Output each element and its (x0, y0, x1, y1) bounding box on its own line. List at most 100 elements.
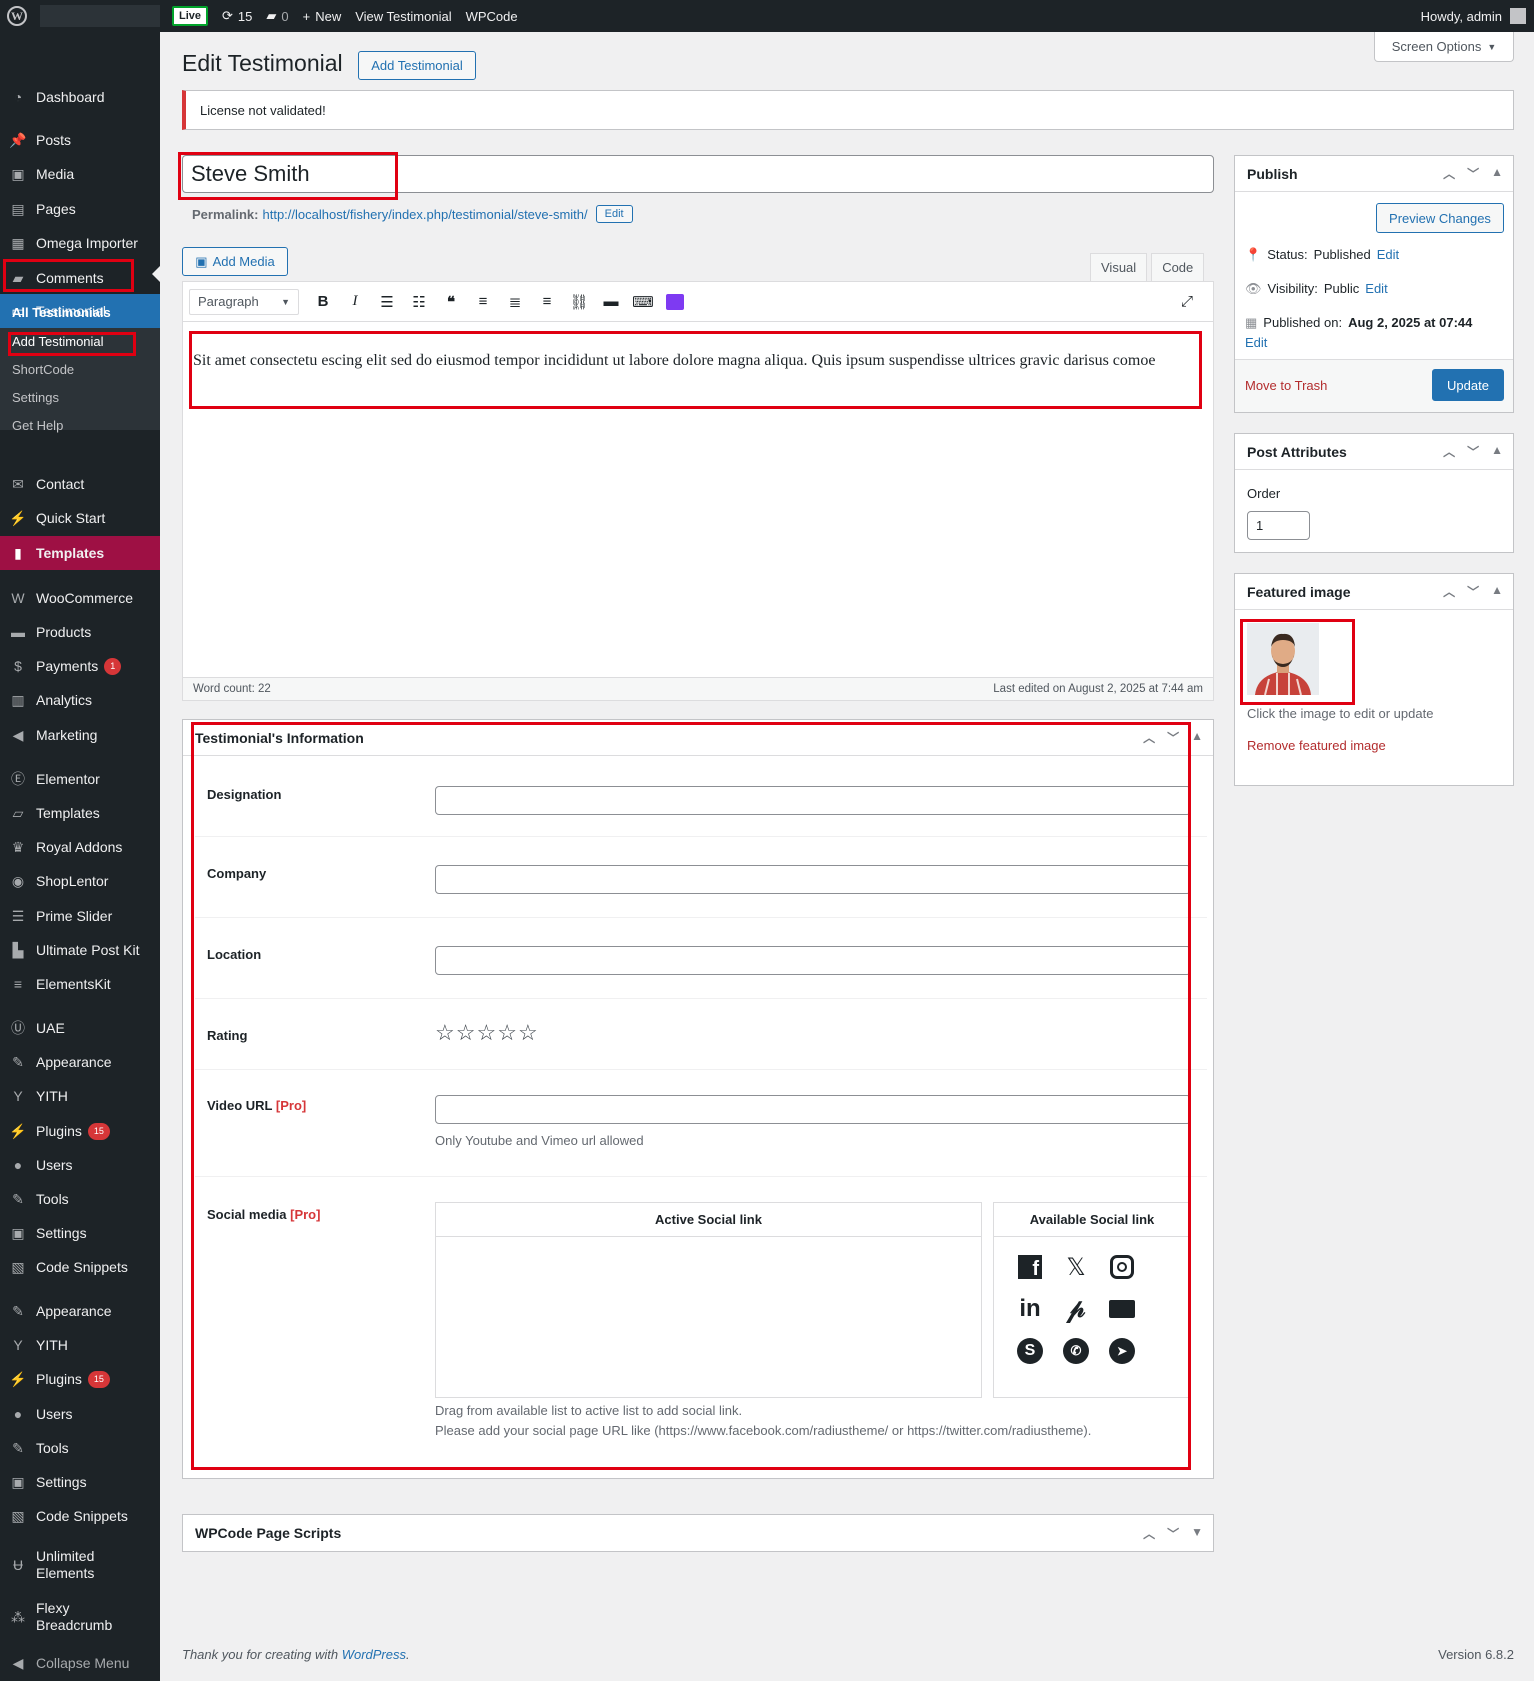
facebook-icon[interactable]: f (1016, 1253, 1044, 1281)
bold-icon[interactable]: B (307, 288, 339, 316)
sidebar-item-flexy-breadcrumb[interactable]: ⁂ Flexy Breadcrumb (0, 1595, 160, 1639)
chevron-up-icon[interactable]: ︿ (1143, 729, 1155, 746)
skype-icon[interactable]: S (1016, 1337, 1044, 1365)
chevron-down-icon[interactable]: ﹀ (1467, 165, 1479, 182)
linkedin-icon[interactable]: in (1016, 1295, 1044, 1323)
wpcode-link[interactable]: WPCode (466, 9, 518, 24)
submenu-add-testimonial[interactable]: Add Testimonial (12, 334, 104, 349)
sidebar-item-comments[interactable]: ▰ Comments (0, 261, 160, 295)
tab-code[interactable]: Code (1151, 253, 1205, 282)
star-icon[interactable]: ☆ (435, 1020, 456, 1045)
add-media-button[interactable]: ▣ Add Media (182, 247, 288, 276)
sidebar-item-shoplentor[interactable]: ◉ ShopLentor (0, 864, 160, 898)
submenu-settings[interactable]: Settings (12, 390, 59, 405)
sidebar-item-analytics[interactable]: ▥ Analytics (0, 683, 160, 717)
active-social-list[interactable]: Active Social link (435, 1202, 982, 1398)
new-link[interactable]: + New (303, 9, 342, 24)
sidebar-item-unlimited-elements[interactable]: Ʉ Unlimited Elements (0, 1543, 160, 1587)
sidebar-item-contact[interactable]: ✉ Contact (0, 467, 160, 501)
sidebar-item-plugins[interactable]: ⚡ Plugins 15 (0, 1362, 160, 1396)
sidebar-item-dashboard[interactable]: ◔ Dashboard (0, 80, 160, 114)
sidebar-item-woocommerce[interactable]: W WooCommerce (0, 581, 160, 615)
sidebar-item-appearance[interactable]: ✎ Appearance (0, 1294, 160, 1328)
toggle-icon[interactable]: ▲ (1491, 583, 1503, 600)
sidebar-item-templates[interactable]: ▱ Templates (0, 796, 160, 830)
keyboard-icon[interactable]: ⌨ (627, 288, 659, 316)
sidebar-item-yith[interactable]: Y YITH (0, 1328, 160, 1362)
envelope-icon[interactable] (1108, 1295, 1136, 1323)
sidebar-item-quick-start[interactable]: ⚡ Quick Start (0, 501, 160, 535)
featured-image-thumbnail[interactable] (1247, 623, 1319, 695)
fullscreen-icon[interactable]: ⤢ (1171, 288, 1203, 316)
sidebar-item-appearance[interactable]: ✎ Appearance (0, 1045, 160, 1079)
info-box-header[interactable]: Testimonial's Information ︿ ﹀ ▲ (183, 720, 1213, 756)
sidebar-item-products[interactable]: ▬ Products (0, 615, 160, 649)
location-input[interactable] (435, 946, 1191, 975)
update-button[interactable]: Update (1432, 369, 1504, 401)
chevron-down-icon[interactable]: ﹀ (1467, 443, 1479, 460)
sidebar-item-yith[interactable]: Y YITH (0, 1079, 160, 1113)
sidebar-item-uae[interactable]: Ⓤ UAE (0, 1011, 160, 1045)
submenu-shortcode[interactable]: ShortCode (12, 362, 74, 377)
permalink-link[interactable]: http://localhost/fishery/index.php/testi… (262, 207, 587, 222)
editor-body[interactable]: Sit amet consectetu escing elit sed do e… (183, 322, 1213, 672)
toggle-icon[interactable]: ▼ (1191, 1525, 1203, 1542)
testimonial-shortcode-icon[interactable] (659, 288, 691, 316)
sidebar-item-pages[interactable]: ▤ Pages (0, 192, 160, 226)
screen-options-button[interactable]: Screen Options ▼ (1374, 32, 1514, 62)
blockquote-icon[interactable]: ❝ (435, 288, 467, 316)
sidebar-item-settings[interactable]: ▣ Settings (0, 1465, 160, 1499)
star-icon[interactable]: ☆ (518, 1020, 539, 1045)
wpcode-box-header[interactable]: WPCode Page Scripts ︿ ﹀ ▼ (183, 1515, 1213, 1551)
live-badge[interactable]: Live (172, 6, 209, 26)
align-left-icon[interactable]: ≡ (467, 288, 499, 316)
sidebar-item-payments[interactable]: $ Payments 1 (0, 649, 160, 683)
chevron-down-icon[interactable]: ﹀ (1167, 1525, 1179, 1542)
toggle-icon[interactable]: ▲ (1491, 443, 1503, 460)
wordpress-link[interactable]: WordPress (342, 1647, 406, 1662)
numbered-list-icon[interactable]: ☷ (403, 288, 435, 316)
view-testimonial-link[interactable]: View Testimonial (355, 9, 451, 24)
sidebar-item-prime-slider[interactable]: ☰ Prime Slider (0, 899, 160, 933)
tab-visual[interactable]: Visual (1090, 253, 1148, 282)
visibility-edit-link[interactable]: Edit (1365, 281, 1387, 297)
align-right-icon[interactable]: ≡ (531, 288, 563, 316)
sidebar-item-marketing[interactable]: ◀ Marketing (0, 718, 160, 752)
permalink-edit-button[interactable]: Edit (595, 205, 633, 223)
add-testimonial-button[interactable]: Add Testimonial (358, 51, 476, 80)
bullet-list-icon[interactable]: ☰ (371, 288, 403, 316)
sidebar-item-posts[interactable]: 📌 Posts (0, 123, 160, 157)
sidebar-item-users[interactable]: ● Users (0, 1148, 160, 1182)
updates-link[interactable]: ⟳ 15 (222, 8, 252, 24)
order-input[interactable]: 1 (1247, 511, 1310, 540)
toggle-icon[interactable]: ▲ (1491, 165, 1503, 182)
remove-featured-image-link[interactable]: Remove featured image (1247, 738, 1386, 753)
video-url-input[interactable] (435, 1095, 1191, 1124)
featured-header[interactable]: Featured image ︿ ﹀ ▲ (1235, 574, 1513, 610)
sidebar-item-collapse-menu[interactable]: ◀ Collapse Menu (0, 1646, 160, 1680)
link-icon[interactable]: ⛓ (563, 288, 595, 316)
company-input[interactable] (435, 865, 1191, 894)
sidebar-item-media[interactable]: ▣ Media (0, 157, 160, 191)
chevron-up-icon[interactable]: ︿ (1443, 583, 1455, 600)
rating-stars[interactable]: ☆☆☆☆☆ (435, 1020, 539, 1046)
read-more-icon[interactable]: ▬ (595, 288, 627, 316)
pinterest-icon[interactable]: 𝓅 (1062, 1293, 1090, 1323)
star-icon[interactable]: ☆ (456, 1020, 477, 1045)
editor-content[interactable]: Sit amet consectetu escing elit sed do e… (193, 352, 1155, 370)
sidebar-item-tools[interactable]: ✎ Tools (0, 1431, 160, 1465)
sidebar-item-code-snippets[interactable]: ▧ Code Snippets (0, 1499, 160, 1533)
chevron-up-icon[interactable]: ︿ (1443, 165, 1455, 182)
account-menu[interactable]: Howdy, admin (1421, 8, 1526, 24)
sidebar-item-royal-addons[interactable]: ♛ Royal Addons (0, 830, 160, 864)
chevron-down-icon[interactable]: ﹀ (1467, 583, 1479, 600)
preview-changes-button[interactable]: Preview Changes (1376, 203, 1504, 233)
site-name[interactable] (40, 5, 160, 27)
sidebar-item-plugins[interactable]: ⚡ Plugins 15 (0, 1114, 160, 1148)
star-icon[interactable]: ☆ (476, 1020, 497, 1045)
sidebar-item-settings[interactable]: ▣ Settings (0, 1216, 160, 1250)
chevron-down-icon[interactable]: ﹀ (1167, 729, 1179, 746)
attributes-header[interactable]: Post Attributes ︿ ﹀ ▲ (1235, 434, 1513, 470)
submenu-get-help[interactable]: Get Help (12, 418, 63, 433)
format-select[interactable]: Paragraph ▼ (189, 288, 299, 315)
